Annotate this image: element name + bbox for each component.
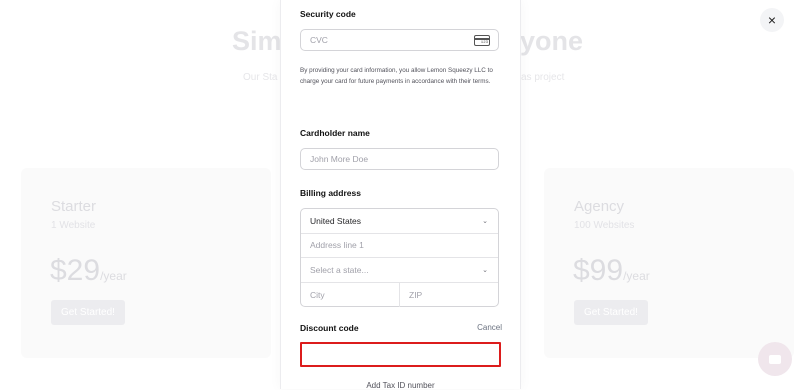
country-select[interactable]: United States ⌄ bbox=[301, 209, 498, 234]
bg-headline-right: yone bbox=[520, 26, 584, 56]
discount-code-label: Discount code bbox=[300, 323, 359, 333]
city-zip-row: City ZIP bbox=[301, 283, 498, 307]
cardholder-label: Cardholder name bbox=[300, 128, 370, 138]
card-cvc-icon-text: 123 bbox=[480, 41, 488, 45]
plan-sites: 1 Website bbox=[51, 220, 96, 231]
plan-name: Starter bbox=[51, 198, 97, 215]
plan-price: $29/year bbox=[50, 254, 127, 288]
plan-name: Agency bbox=[574, 198, 625, 215]
billing-address-label: Billing address bbox=[300, 188, 361, 198]
chevron-down-icon: ⌄ bbox=[482, 218, 488, 225]
card-disclaimer: By providing your card information, you … bbox=[300, 67, 493, 85]
plan-price: $99/year bbox=[573, 254, 650, 288]
bg-headline-left: Sim bbox=[232, 26, 282, 56]
city-placeholder: City bbox=[310, 290, 325, 300]
security-code-label: Security code bbox=[300, 9, 356, 19]
cardholder-name-field[interactable]: John More Doe bbox=[300, 148, 499, 170]
discount-code-field[interactable] bbox=[300, 342, 501, 367]
billing-address-group: United States ⌄ Address line 1 Select a … bbox=[300, 208, 499, 307]
plan-card-agency: Agency 100 Websites $99/year Get Started… bbox=[544, 168, 794, 358]
state-select[interactable]: Select a state... ⌄ bbox=[301, 258, 498, 283]
chat-icon[interactable] bbox=[758, 342, 792, 376]
security-code-field[interactable]: CVC 123 bbox=[300, 29, 499, 51]
chevron-down-icon: ⌄ bbox=[482, 267, 488, 274]
bg-subtitle-left: Our Sta bbox=[243, 72, 278, 83]
plan-price-amount: $99 bbox=[573, 254, 624, 287]
close-icon[interactable]: × bbox=[760, 8, 784, 32]
cardholder-placeholder: John More Doe bbox=[310, 154, 369, 164]
bg-subtitle-right: as project bbox=[521, 72, 565, 83]
state-placeholder: Select a state... bbox=[310, 264, 369, 275]
checkout-modal: Security code CVC 123 By providing your … bbox=[280, 0, 521, 390]
country-value: United States bbox=[310, 215, 362, 226]
cancel-discount-link[interactable]: Cancel bbox=[477, 323, 502, 332]
plan-card-starter: Starter 1 Website $29/year Get Started! bbox=[21, 168, 271, 358]
city-field[interactable]: City bbox=[301, 283, 399, 307]
address-line-1-field[interactable]: Address line 1 bbox=[301, 234, 498, 258]
get-started-button[interactable]: Get Started! bbox=[574, 300, 648, 325]
address-line-1-placeholder: Address line 1 bbox=[310, 240, 364, 251]
zip-placeholder: ZIP bbox=[409, 290, 423, 300]
plan-price-period: /year bbox=[623, 269, 650, 283]
card-cvc-icon: 123 bbox=[474, 35, 490, 46]
chat-bubble-glyph bbox=[769, 354, 781, 364]
security-code-placeholder: CVC bbox=[310, 35, 328, 45]
get-started-button[interactable]: Get Started! bbox=[51, 300, 125, 325]
plan-sites: 100 Websites bbox=[574, 220, 635, 231]
plan-price-amount: $29 bbox=[50, 254, 101, 287]
zip-field[interactable]: ZIP bbox=[399, 283, 498, 307]
plan-price-period: /year bbox=[100, 269, 127, 283]
